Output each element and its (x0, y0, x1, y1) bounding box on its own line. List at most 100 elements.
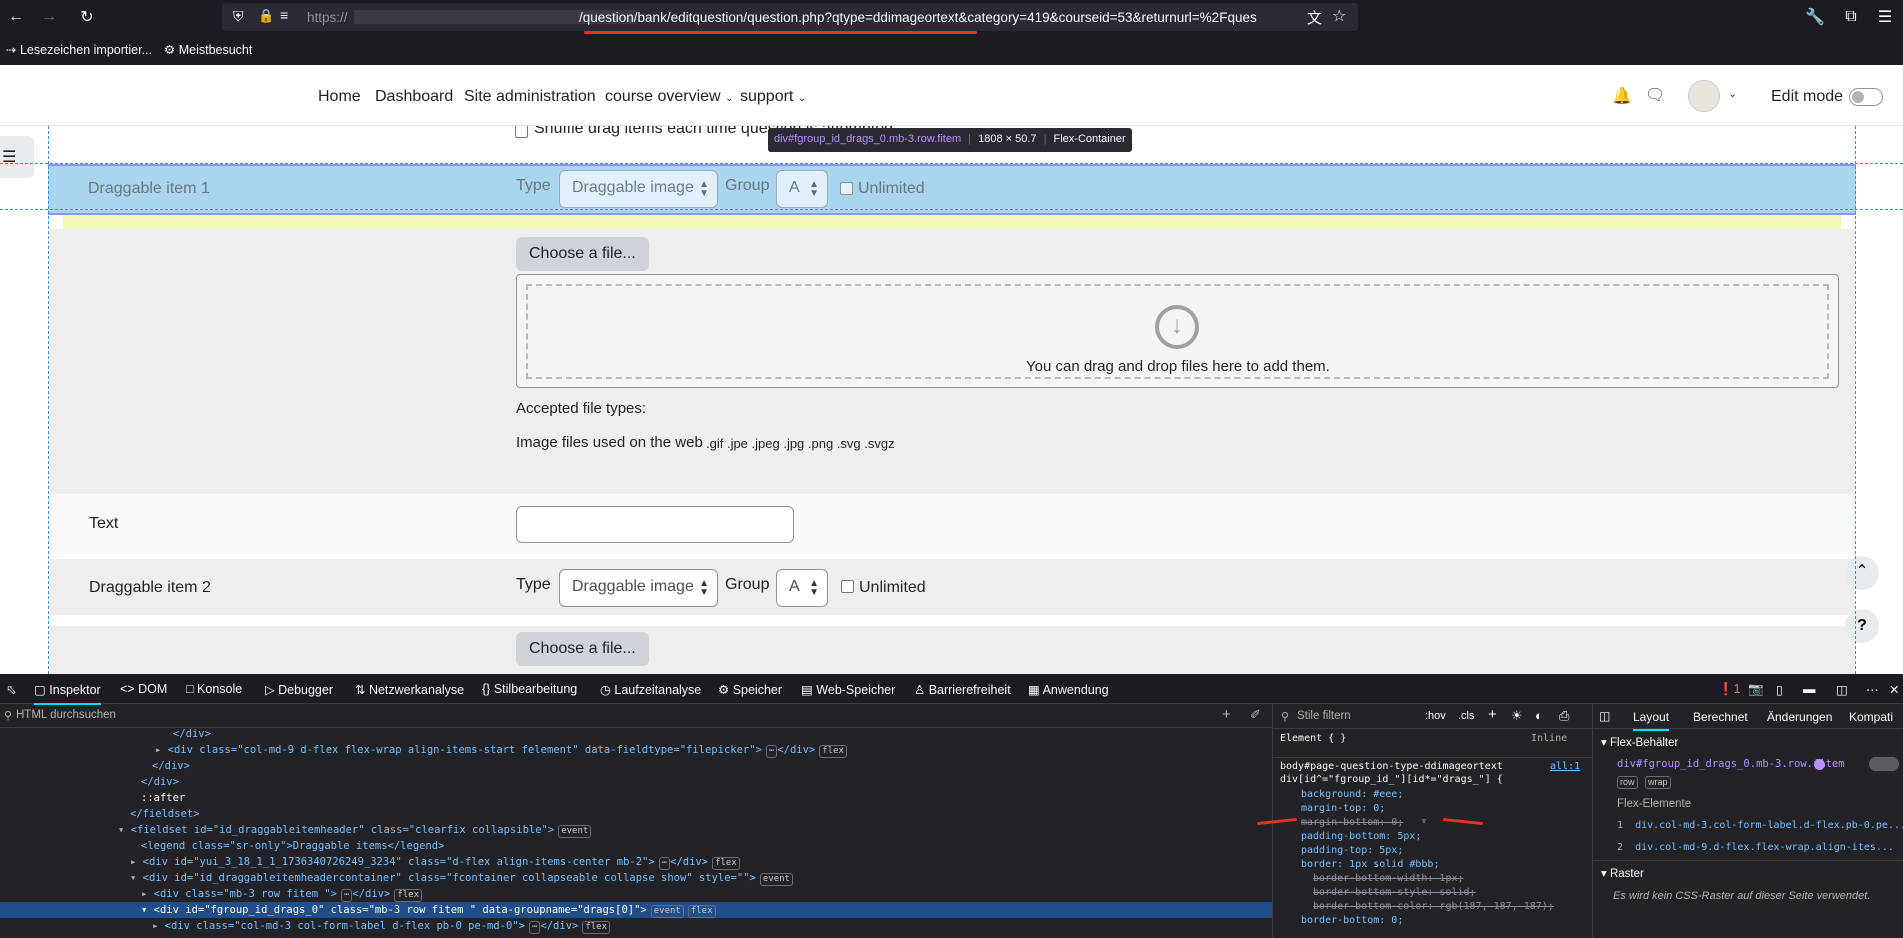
tab-berechnet[interactable]: Berechnet (1693, 710, 1748, 724)
lock-icon[interactable]: 🔒 (258, 8, 274, 24)
tab-konsole[interactable]: □ Konsole (186, 682, 242, 696)
decl-margin-top[interactable]: margin-top: 0; (1301, 803, 1385, 814)
html-line[interactable]: </div> (141, 776, 179, 788)
nav-support[interactable]: support ⌄ (740, 88, 806, 106)
filter-icon[interactable]: ▿ (1421, 816, 1427, 827)
type-select[interactable]: Draggable image ▲ ▼ (559, 170, 718, 208)
flex-highlight-toggle[interactable] (1869, 757, 1899, 771)
tab-kompatibilitaet[interactable]: Kompati (1849, 710, 1893, 724)
highlight-color-swatch[interactable] (1814, 759, 1825, 770)
nav-home[interactable]: Home (318, 88, 361, 106)
nav-dashboard[interactable]: Dashboard (375, 88, 453, 106)
type-select[interactable]: Draggable image ▲ ▼ (559, 569, 718, 607)
html-line[interactable]: ▸ <div class="mb-3 row fitem "> ⋯ </div> fl… (141, 888, 423, 902)
tab-laufzeitanalyse[interactable]: ◷ Laufzeitanalyse (600, 682, 701, 697)
translate-icon[interactable]: 文 (1307, 7, 1322, 28)
html-line[interactable]: </div> (152, 760, 190, 772)
error-count-badge[interactable]: ❗1 (1718, 682, 1741, 697)
html-line[interactable]: </fieldset> (130, 808, 200, 820)
unlimited-checkbox[interactable] (841, 580, 854, 593)
flex-container-section[interactable]: ▾ Flex-Behälter (1601, 735, 1678, 749)
tab-web-speicher[interactable]: ▤ Web-Speicher (801, 682, 895, 697)
decl-border-bottom[interactable]: border-bottom: 0; (1301, 915, 1403, 926)
html-search[interactable]: ⚲ HTML durchsuchen + ✐ (0, 704, 1272, 728)
html-line[interactable]: <legend class="sr-only">Draggable items<… (141, 840, 444, 852)
forward-icon[interactable]: → (36, 4, 62, 30)
tab-inspektor[interactable]: ▢ Inspektor (34, 682, 101, 705)
text-input[interactable] (516, 506, 794, 543)
file-dropzone[interactable]: ↓ You can drag and drop files here to ad… (516, 274, 1839, 388)
decl-padding-bottom[interactable]: padding-bottom: 5px; (1301, 831, 1421, 842)
nav-course-overview[interactable]: course overview ⌄ (605, 88, 733, 106)
close-icon[interactable]: ✕ (1889, 682, 1899, 697)
grid-section[interactable]: ▾ Raster (1601, 866, 1644, 880)
avatar[interactable] (1688, 80, 1720, 112)
chevron-down-icon[interactable]: ⌄ (1728, 87, 1737, 100)
html-line[interactable]: ▸ <div id="yui_3_18_1_1_1736340726249_32… (130, 856, 740, 870)
html-line-selected[interactable]: ▾ <div id="fgroup_id_drags_0" class="mb-… (141, 904, 716, 918)
group-select[interactable]: A ▲ ▼ (776, 170, 828, 208)
menu-icon[interactable]: ☰ (1872, 4, 1898, 30)
permissions-icon[interactable]: ≡ (280, 7, 288, 23)
dock-icon[interactable]: ◫ (1836, 682, 1848, 697)
unlimited-checkbox[interactable] (840, 182, 853, 195)
decl-border[interactable]: border: 1px solid #bbb; (1301, 859, 1439, 870)
choose-file-button[interactable]: Choose a file... (516, 632, 649, 666)
decl-background[interactable]: background: #eee; (1301, 789, 1403, 800)
eyedropper-icon[interactable]: ✐ (1250, 707, 1261, 723)
tab-aenderungen[interactable]: Änderungen (1767, 710, 1832, 724)
tab-stilbearbeitung[interactable]: {} Stilbearbeitung (482, 682, 577, 696)
tab-debugger[interactable]: ▷ Debugger (265, 682, 333, 697)
star-icon[interactable]: ☆ (1332, 6, 1346, 26)
tab-anwendung[interactable]: ▦ Anwendung (1028, 682, 1109, 697)
messages-icon[interactable]: 🗨 (1645, 85, 1665, 105)
edit-mode-toggle[interactable] (1849, 88, 1883, 106)
flex-item-2[interactable]: 2 div.col-md-9.d-flex.flex-wrap.align-it… (1617, 842, 1894, 853)
help-button[interactable]: ? (1845, 609, 1879, 643)
extensions-icon[interactable]: ⧉ (1838, 4, 1864, 30)
bookmark-most-visited[interactable]: ⚙ Meistbesucht (164, 42, 252, 57)
more-icon[interactable]: ⋯ (1866, 682, 1879, 697)
add-node-icon[interactable]: + (1222, 706, 1231, 723)
html-line[interactable]: ::after (141, 792, 185, 804)
choose-file-button[interactable]: Choose a file... (516, 237, 649, 271)
ruler-icon[interactable]: ▬ (1803, 682, 1816, 696)
html-line[interactable]: ▾ <div id="id_draggableitemheadercontain… (130, 872, 793, 886)
html-line[interactable]: </div> (173, 728, 211, 740)
shield-icon[interactable]: ⛨ (233, 8, 244, 25)
tab-dom[interactable]: <> DOM (120, 682, 167, 696)
html-line[interactable]: ▸ <div class="col-md-9 d-flex flex-wrap … (155, 744, 847, 758)
url-bar[interactable]: ⛨ 🔒 ≡ https:// /question/bank/editquesti… (222, 3, 1358, 31)
rule-source-link[interactable]: all:1 (1550, 761, 1580, 772)
bell-icon[interactable]: 🔔 (1612, 86, 1632, 106)
sidebar-toggle-icon[interactable]: ◫ (1599, 709, 1610, 723)
tab-barrierefreiheit[interactable]: ♙ Barrierefreiheit (914, 682, 1011, 697)
shuffle-checkbox[interactable] (515, 126, 528, 138)
scroll-top-button[interactable]: ⌃ (1845, 556, 1879, 590)
bookmark-import[interactable]: ⇢ Lesezeichen importier... (6, 42, 152, 57)
nav-site-administration[interactable]: Site administration (464, 88, 596, 106)
group-select[interactable]: A ▲ ▼ (776, 569, 828, 607)
styles-filter-input[interactable]: Stile filtern (1297, 710, 1351, 722)
back-icon[interactable]: ← (3, 4, 29, 30)
wrench-icon[interactable]: 🔧 (1802, 4, 1828, 30)
decl-padding-top[interactable]: padding-top: 5px; (1301, 845, 1403, 856)
dark-theme-icon[interactable]: ◐ (1535, 708, 1543, 723)
print-icon[interactable]: ⎙ (1559, 708, 1569, 724)
responsive-icon[interactable]: ▯ (1776, 682, 1783, 697)
drawer-toggle[interactable]: ☰ (0, 136, 34, 178)
hov-toggle[interactable]: :hov (1425, 710, 1446, 722)
html-line[interactable]: ▾ <fieldset id="id_draggableitemheader" … (118, 824, 592, 838)
add-rule-icon[interactable]: + (1488, 706, 1497, 723)
html-line[interactable]: ▸ <div class="col-md-3 col-form-label d-… (152, 920, 611, 934)
screenshot-icon[interactable]: 📷 (1748, 682, 1764, 697)
decl-margin-bottom[interactable]: margin-bottom: 0; (1301, 817, 1403, 828)
tab-speicher[interactable]: ⚙ Speicher (718, 682, 782, 697)
cls-toggle[interactable]: .cls (1458, 710, 1475, 722)
reload-icon[interactable]: ↻ (74, 4, 100, 30)
flex-item-1[interactable]: 1 div.col-md-3.col-form-label.d-flex.pb-… (1617, 820, 1903, 831)
flex-container-item[interactable]: div#fgroup_id_drags_0.mb-3.row.fitem (1617, 758, 1845, 770)
tab-netzwerkanalyse[interactable]: ⇅ Netzwerkanalyse (355, 682, 464, 697)
pick-element-icon[interactable]: ⬁ (6, 682, 16, 697)
light-theme-icon[interactable]: ☀ (1511, 708, 1523, 724)
